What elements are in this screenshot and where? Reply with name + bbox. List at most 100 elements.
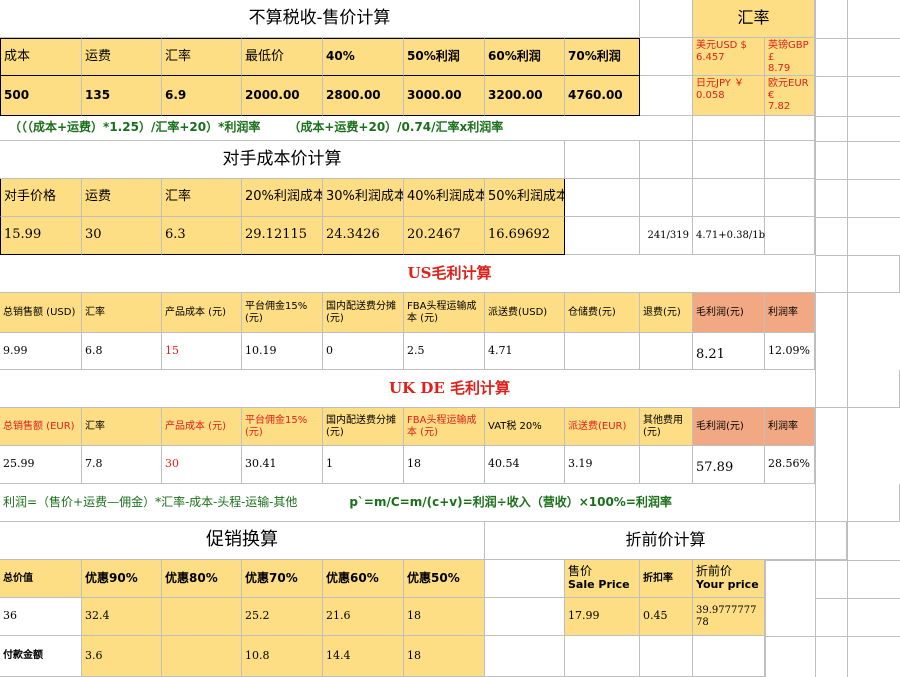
promo-pay-80[interactable] xyxy=(162,636,242,677)
discount-value-your[interactable]: 39.977777778 xyxy=(693,598,765,636)
empty-cell[interactable] xyxy=(765,116,815,141)
uk-header-rate[interactable]: 汇率 xyxy=(82,408,162,446)
pricing-header-cost[interactable]: 成本 xyxy=(0,38,82,76)
pricing-header-70[interactable]: 70%利润 xyxy=(565,38,640,76)
uk-header-product-cost[interactable]: 产品成本 (元) xyxy=(162,408,242,446)
discount-value-rate[interactable]: 0.45 xyxy=(640,598,693,636)
promo-header-80[interactable]: 优惠80% xyxy=(162,560,242,598)
promo-pay-50[interactable]: 18 xyxy=(404,636,485,677)
promo-header-70[interactable]: 优惠70% xyxy=(242,560,323,598)
empty-cell[interactable] xyxy=(485,636,565,677)
exchange-jpy[interactable]: 日元JPY ￥ 0.058 xyxy=(693,76,765,116)
uk-header-vat[interactable]: VAT税 20% xyxy=(485,408,565,446)
uk-value-vat[interactable]: 40.54 xyxy=(485,446,565,484)
competitor-note-formula[interactable]: 4.71+0.38/1b xyxy=(693,217,765,255)
uk-value-other[interactable] xyxy=(640,446,693,484)
uk-value-product-cost[interactable]: 30 xyxy=(162,446,242,484)
promo-header-60[interactable]: 优惠60% xyxy=(323,560,404,598)
empty-cell[interactable] xyxy=(640,179,693,217)
competitor-value-price[interactable]: 15.99 xyxy=(0,217,82,255)
uk-header-commission[interactable]: 平台佣金15% (元) xyxy=(242,408,323,446)
promo-value-total[interactable]: 36 xyxy=(0,598,82,636)
empty-cell[interactable] xyxy=(565,141,640,179)
us-margin-title[interactable]: US毛利计算 xyxy=(0,255,900,293)
pricing-value-60[interactable]: 3200.00 xyxy=(485,76,565,116)
empty-cell[interactable] xyxy=(693,141,765,179)
us-value-fba[interactable]: 2.5 xyxy=(404,333,485,370)
us-header-domestic[interactable]: 国内配送费分摊 (元) xyxy=(323,293,404,333)
promo-value-90[interactable]: 32.4 xyxy=(82,598,162,636)
us-header-margin-rate[interactable]: 利润率 xyxy=(765,293,815,333)
us-value-storage[interactable] xyxy=(565,333,640,370)
promo-value-70[interactable]: 25.2 xyxy=(242,598,323,636)
promo-value-50[interactable]: 18 xyxy=(404,598,485,636)
pricing-value-min-price[interactable]: 2000.00 xyxy=(242,76,323,116)
us-header-sales[interactable]: 总销售额 (USD) xyxy=(0,293,82,333)
exchange-usd[interactable]: 美元USD $ 6.457 xyxy=(693,38,765,76)
us-value-rate[interactable]: 6.8 xyxy=(82,333,162,370)
us-header-delivery[interactable]: 派送费(USD) xyxy=(485,293,565,333)
promo-header-total[interactable]: 总价值 xyxy=(0,560,82,598)
uk-value-domestic[interactable]: 1 xyxy=(323,446,404,484)
promo-pay-90[interactable]: 3.6 xyxy=(82,636,162,677)
competitor-value-rate[interactable]: 6.3 xyxy=(162,217,242,255)
empty-cell[interactable] xyxy=(640,141,693,179)
us-value-margin-rate[interactable]: 12.09% xyxy=(765,333,815,370)
us-header-product-cost[interactable]: 产品成本 (元) xyxy=(162,293,242,333)
competitor-header-50[interactable]: 50%利润成本 xyxy=(485,179,565,217)
us-value-refund[interactable] xyxy=(640,333,693,370)
discount-title[interactable]: 折前价计算 xyxy=(485,522,847,560)
uk-header-delivery[interactable]: 派送费(EUR) xyxy=(565,408,640,446)
empty-cell[interactable] xyxy=(765,141,815,179)
uk-header-sales[interactable]: 总销售额 (EUR) xyxy=(0,408,82,446)
uk-value-gross-profit[interactable]: 57.89 xyxy=(693,446,765,484)
us-value-product-cost[interactable]: 15 xyxy=(162,333,242,370)
empty-cell[interactable] xyxy=(765,179,815,217)
empty-cell[interactable] xyxy=(485,560,565,598)
competitor-value-20[interactable]: 29.12115 xyxy=(242,217,323,255)
empty-cell[interactable] xyxy=(640,636,693,677)
competitor-header-30[interactable]: 30%利润成本 xyxy=(323,179,404,217)
competitor-header-rate[interactable]: 汇率 xyxy=(162,179,242,217)
promo-header-50[interactable]: 优惠50% xyxy=(404,560,485,598)
competitor-header-20[interactable]: 20%利润成本 xyxy=(242,179,323,217)
competitor-value-freight[interactable]: 30 xyxy=(82,217,162,255)
pricing-value-rate[interactable]: 6.9 xyxy=(162,76,242,116)
us-header-refund[interactable]: 退费(元) xyxy=(640,293,693,333)
empty-cell[interactable] xyxy=(640,38,693,76)
pricing-header-60[interactable]: 60%利润 xyxy=(485,38,565,76)
pricing-title[interactable]: 不算税收-售价计算 xyxy=(0,0,640,38)
promo-value-60[interactable]: 21.6 xyxy=(323,598,404,636)
empty-cell[interactable] xyxy=(640,76,693,116)
us-header-storage[interactable]: 仓储费(元) xyxy=(565,293,640,333)
uk-value-rate[interactable]: 7.8 xyxy=(82,446,162,484)
pricing-value-70[interactable]: 4760.00 xyxy=(565,76,640,116)
discount-value-sale[interactable]: 17.99 xyxy=(565,598,640,636)
discount-header-sale[interactable]: 售价 Sale Price xyxy=(565,560,640,598)
us-value-commission[interactable]: 10.19 xyxy=(242,333,323,370)
competitor-value-50[interactable]: 16.69692 xyxy=(485,217,565,255)
empty-cell[interactable] xyxy=(485,598,565,636)
us-value-sales[interactable]: 9.99 xyxy=(0,333,82,370)
us-value-domestic[interactable]: 0 xyxy=(323,333,404,370)
us-header-rate[interactable]: 汇率 xyxy=(82,293,162,333)
us-value-gross-profit[interactable]: 8.21 xyxy=(693,333,765,370)
promo-header-90[interactable]: 优惠90% xyxy=(82,560,162,598)
discount-header-your[interactable]: 折前价 Your price xyxy=(693,560,765,598)
pricing-formula-row[interactable]: （（（成本+运费）*1.25）/汇率+20）*利润率 （成本+运费+20）/0.… xyxy=(0,116,693,141)
competitor-header-price[interactable]: 对手价格 xyxy=(0,179,82,217)
empty-cell[interactable] xyxy=(640,0,693,38)
us-header-gross-profit[interactable]: 毛利润(元) xyxy=(693,293,765,333)
pricing-value-40[interactable]: 2800.00 xyxy=(323,76,404,116)
pricing-header-40[interactable]: 40% xyxy=(323,38,404,76)
competitor-value-30[interactable]: 24.3426 xyxy=(323,217,404,255)
pricing-header-freight[interactable]: 运费 xyxy=(82,38,162,76)
pricing-header-50[interactable]: 50%利润 xyxy=(404,38,485,76)
exchange-eur[interactable]: 欧元EUR € 7.82 xyxy=(765,76,815,116)
uk-margin-title[interactable]: UK DE 毛利计算 xyxy=(0,370,900,408)
pricing-header-min-price[interactable]: 最低价 xyxy=(242,38,323,76)
promo-title[interactable]: 促销换算 xyxy=(0,522,485,560)
competitor-header-freight[interactable]: 运费 xyxy=(82,179,162,217)
pricing-value-50[interactable]: 3000.00 xyxy=(404,76,485,116)
pricing-value-cost[interactable]: 500 xyxy=(0,76,82,116)
